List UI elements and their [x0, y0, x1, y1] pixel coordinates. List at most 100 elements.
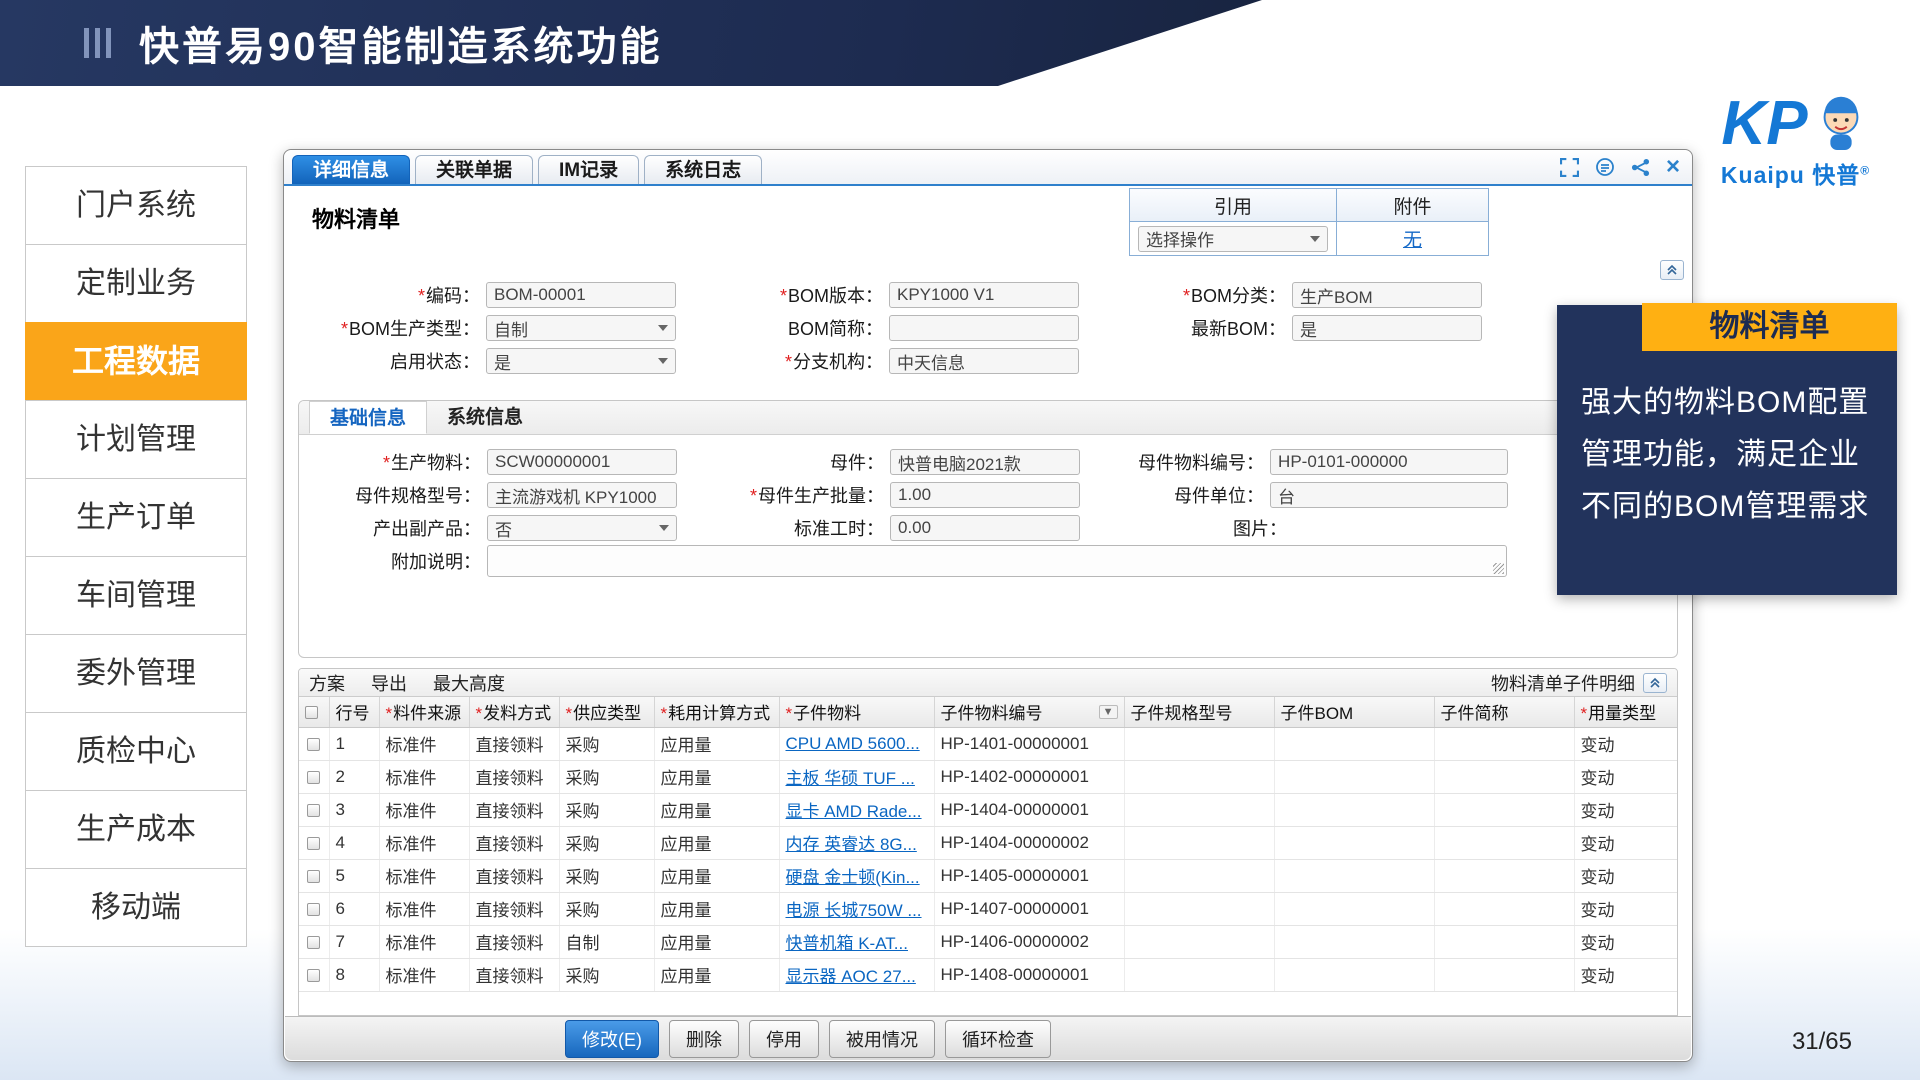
- column-header-child-bom[interactable]: 子件BOM: [1274, 697, 1434, 727]
- table-row[interactable]: 6标准件直接领料采购应用量电源 长城750W ...HP-1407-000000…: [299, 892, 1678, 925]
- row-checkbox[interactable]: [307, 870, 320, 883]
- sidebar-item-custom-business[interactable]: 定制业务: [25, 244, 247, 323]
- usage-info-button[interactable]: 被用情况: [829, 1020, 935, 1058]
- row-checkbox[interactable]: [307, 936, 320, 949]
- cell-bom: [1274, 727, 1434, 760]
- table-row[interactable]: 3标准件直接领料采购应用量显卡 AMD Rade...HP-1404-00000…: [299, 793, 1678, 826]
- bom-class-input[interactable]: [1292, 282, 1482, 308]
- child-material-link[interactable]: CPU AMD 5600...: [786, 734, 920, 753]
- cell-source: 标准件: [379, 925, 469, 958]
- sidebar-item-workshop-management[interactable]: 车间管理: [25, 556, 247, 635]
- loop-check-button[interactable]: 循环检查: [945, 1020, 1051, 1058]
- collapse-form-button[interactable]: [1660, 260, 1684, 280]
- branch-input[interactable]: [889, 348, 1079, 374]
- tab-detail-info[interactable]: 详细信息: [292, 155, 410, 184]
- sidebar-item-plan-management[interactable]: 计划管理: [25, 400, 247, 479]
- table-row[interactable]: 7标准件直接领料自制应用量快普机箱 K-AT...HP-1406-0000000…: [299, 925, 1678, 958]
- bom-version-input[interactable]: [889, 282, 1079, 308]
- reference-button[interactable]: 引用: [1130, 189, 1337, 222]
- child-material-link[interactable]: 显示器 AOC 27...: [786, 967, 916, 986]
- subtab-system-info[interactable]: 系统信息: [427, 401, 543, 434]
- prod-material-input[interactable]: [487, 449, 677, 475]
- collapse-grid-button[interactable]: [1643, 673, 1667, 693]
- parent-input[interactable]: [890, 449, 1080, 475]
- cell-supply: 采购: [559, 826, 654, 859]
- table-row[interactable]: 5标准件直接领料采购应用量硬盘 金士顿(Kin...HP-1405-000000…: [299, 859, 1678, 892]
- bom-type-select[interactable]: 自制: [486, 315, 676, 341]
- row-checkbox[interactable]: [307, 738, 320, 751]
- toolbar-item-max-height[interactable]: 最大高度: [433, 670, 505, 696]
- child-material-link[interactable]: 显卡 AMD Rade...: [786, 802, 922, 821]
- cell-material: 显示器 AOC 27...: [779, 958, 934, 991]
- required-asterisk: *: [786, 704, 793, 723]
- table-row[interactable]: 4标准件直接领料采购应用量内存 英睿达 8G...HP-1404-0000000…: [299, 826, 1678, 859]
- select-operation-dropdown[interactable]: 选择操作: [1138, 226, 1328, 252]
- parent-code-input[interactable]: [1270, 449, 1508, 475]
- filter-dropdown-icon[interactable]: ▼: [1099, 705, 1118, 719]
- sidebar-item-portal[interactable]: 门户系统: [25, 166, 247, 245]
- cell-bom: [1274, 925, 1434, 958]
- row-checkbox[interactable]: [307, 837, 320, 850]
- latest-bom-input[interactable]: [1292, 315, 1482, 341]
- fullscreen-icon[interactable]: [1560, 158, 1579, 177]
- bom-short-input[interactable]: [889, 315, 1079, 341]
- column-header-row-no[interactable]: 行号: [329, 697, 379, 727]
- select-all-checkbox[interactable]: [305, 706, 318, 719]
- child-material-link[interactable]: 主板 华硕 TUF ...: [786, 769, 915, 788]
- byproduct-select[interactable]: 否: [487, 515, 677, 541]
- column-header-child-material[interactable]: *子件物料: [779, 697, 934, 727]
- toolbar-item-export[interactable]: 导出: [371, 670, 407, 696]
- cell-usage: 变动: [1574, 892, 1678, 925]
- child-material-link[interactable]: 硬盘 金士顿(Kin...: [786, 868, 920, 887]
- table-row[interactable]: 2标准件直接领料采购应用量主板 华硕 TUF ...HP-1402-000000…: [299, 760, 1678, 793]
- close-icon[interactable]: ×: [1666, 157, 1680, 177]
- row-checkbox[interactable]: [307, 903, 320, 916]
- enable-status-select[interactable]: 是: [486, 348, 676, 374]
- sidebar-item-production-cost[interactable]: 生产成本: [25, 790, 247, 869]
- sidebar-item-mobile[interactable]: 移动端: [25, 868, 247, 947]
- parent-spec-input[interactable]: [487, 482, 677, 508]
- cell-usage: 变动: [1574, 925, 1678, 958]
- row-checkbox[interactable]: [307, 969, 320, 982]
- tab-system-log[interactable]: 系统日志: [644, 155, 762, 184]
- column-header-supply-type[interactable]: *供应类型: [559, 697, 654, 727]
- im-icon[interactable]: [1595, 157, 1615, 177]
- column-header-issue-method[interactable]: *发料方式: [469, 697, 559, 727]
- column-header-child-material-code[interactable]: 子件物料编号▼: [934, 697, 1124, 727]
- none-link[interactable]: 无: [1403, 225, 1422, 252]
- note-textarea[interactable]: [487, 545, 1507, 577]
- attachment-button[interactable]: 附件: [1337, 189, 1488, 222]
- toolbar-item-plan[interactable]: 方案: [309, 670, 345, 696]
- column-header-material-source[interactable]: *料件来源: [379, 697, 469, 727]
- column-header-child-spec[interactable]: 子件规格型号: [1124, 697, 1274, 727]
- sidebar-item-outsourcing-management[interactable]: 委外管理: [25, 634, 247, 713]
- select-all-cell: [299, 697, 329, 727]
- code-input[interactable]: [486, 282, 676, 308]
- std-hours-input[interactable]: [890, 515, 1080, 541]
- disable-button[interactable]: 停用: [749, 1020, 819, 1058]
- sidebar-item-quality-center[interactable]: 质检中心: [25, 712, 247, 791]
- column-header-consumption-calc[interactable]: *耗用计算方式: [654, 697, 779, 727]
- table-row[interactable]: 1标准件直接领料采购应用量CPU AMD 5600...HP-1401-0000…: [299, 727, 1678, 760]
- sidebar-item-engineering-data[interactable]: 工程数据: [25, 322, 247, 401]
- modify-button[interactable]: 修改(E): [565, 1020, 659, 1058]
- row-checkbox[interactable]: [307, 804, 320, 817]
- child-material-link[interactable]: 电源 长城750W ...: [786, 901, 922, 920]
- parent-batch-input[interactable]: [890, 482, 1080, 508]
- row-checkbox[interactable]: [307, 771, 320, 784]
- subtab-basic-info[interactable]: 基础信息: [309, 401, 427, 434]
- column-header-child-abbr[interactable]: 子件简称: [1434, 697, 1574, 727]
- cell-source: 标准件: [379, 826, 469, 859]
- cell-spec: [1124, 958, 1274, 991]
- parent-unit-input[interactable]: [1270, 482, 1508, 508]
- child-material-link[interactable]: 快普机箱 K-AT...: [786, 934, 908, 953]
- delete-button[interactable]: 删除: [669, 1020, 739, 1058]
- column-header-usage-type[interactable]: *用量类型: [1574, 697, 1678, 727]
- table-row[interactable]: 8标准件直接领料采购应用量显示器 AOC 27...HP-1408-000000…: [299, 958, 1678, 991]
- sidebar-item-production-orders[interactable]: 生产订单: [25, 478, 247, 557]
- tab-related-docs[interactable]: 关联单据: [415, 155, 533, 184]
- child-material-link[interactable]: 内存 英睿达 8G...: [786, 835, 917, 854]
- share-icon[interactable]: [1631, 158, 1650, 177]
- resize-grip[interactable]: [1493, 563, 1504, 574]
- tab-im-records[interactable]: IM记录: [538, 155, 639, 184]
